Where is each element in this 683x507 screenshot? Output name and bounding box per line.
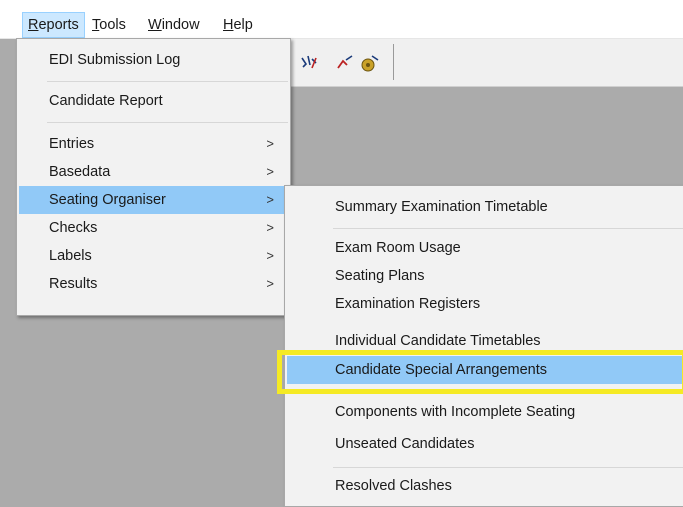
toolbar-icons: [296, 50, 406, 80]
gear-icon[interactable]: [361, 55, 379, 72]
chevron-right-icon: >: [266, 276, 274, 291]
menu-reports-accel: R: [28, 17, 39, 33]
menu-window-label: indow: [161, 17, 200, 33]
menu-item-label: Individual Candidate Timetables: [335, 333, 541, 349]
chevron-right-icon: >: [266, 164, 274, 179]
menu-reports[interactable]: Reports: [22, 12, 85, 38]
menu-item-label: Basedata: [49, 164, 111, 180]
menu-item-label: Checks: [49, 220, 98, 236]
menu-item-seating-plans[interactable]: Seating Plans: [287, 262, 683, 290]
menu-item-label: Seating Plans: [335, 268, 425, 284]
menu-item-label: Candidate Special Arrangements: [335, 362, 547, 378]
menu-item-label: Examination Registers: [335, 296, 481, 312]
menu-item-seating-organiser[interactable]: Seating Organiser >: [19, 186, 288, 214]
menu-item-resolved-clashes[interactable]: Resolved Clashes: [287, 472, 683, 500]
menu-item-candidate-report[interactable]: Candidate Report: [19, 87, 288, 115]
menu-tools-label: ools: [99, 17, 126, 33]
menu-bar: Reports Tools Window Help: [0, 0, 683, 39]
menu-item-results[interactable]: Results >: [19, 270, 288, 298]
menu-item-label: Results: [49, 276, 98, 292]
toolbar-separator: [393, 44, 394, 80]
menu-separator: [333, 467, 683, 468]
menu-item-individual-candidate-timetables[interactable]: Individual Candidate Timetables: [287, 327, 683, 355]
menu-item-exam-room-usage[interactable]: Exam Room Usage: [287, 234, 683, 262]
toolbar-tool-icons: [301, 55, 379, 72]
menu-separator: [47, 81, 288, 82]
menu-help[interactable]: Help: [218, 12, 258, 38]
menu-item-basedata[interactable]: Basedata >: [19, 158, 288, 186]
menu-item-label: Labels: [49, 248, 92, 264]
menu-item-label: Entries: [49, 136, 95, 152]
menu-item-label: EDI Submission Log: [49, 52, 181, 68]
chevron-right-icon: >: [266, 136, 274, 151]
menu-reports-label: eports: [38, 17, 79, 33]
menu-window[interactable]: Window: [143, 12, 205, 38]
chevron-right-icon: >: [266, 248, 274, 263]
menu-separator: [47, 122, 288, 123]
menu-item-label: Exam Room Usage: [335, 240, 461, 256]
menu-item-labels[interactable]: Labels >: [19, 242, 288, 270]
menu-item-edi-submission-log[interactable]: EDI Submission Log: [19, 46, 288, 74]
menu-separator: [333, 228, 683, 229]
menu-item-label: Resolved Clashes: [335, 478, 452, 494]
menu-item-label: Unseated Candidates: [335, 436, 475, 452]
run-icon[interactable]: [301, 55, 317, 69]
menu-help-label: elp: [233, 17, 253, 33]
menu-item-entries[interactable]: Entries >: [19, 130, 288, 158]
menu-item-unseated-candidates[interactable]: Unseated Candidates: [287, 430, 683, 458]
reports-menu: EDI Submission Log Candidate Report Entr…: [16, 38, 291, 316]
menu-item-checks[interactable]: Checks >: [19, 214, 288, 242]
menu-item-label: Components with Incomplete Seating: [335, 404, 576, 420]
menu-item-candidate-special-arrangements[interactable]: Candidate Special Arrangements: [287, 356, 683, 384]
menu-item-summary-examination-timetable[interactable]: Summary Examination Timetable: [287, 193, 683, 221]
menu-window-accel: W: [148, 17, 162, 33]
jump-icon[interactable]: [337, 55, 353, 69]
seating-organiser-submenu: Summary Examination Timetable Exam Room …: [284, 185, 683, 507]
menu-help-accel: H: [223, 17, 234, 33]
menu-item-components-with-incomplete-seating[interactable]: Components with Incomplete Seating: [287, 398, 683, 426]
menu-item-label: Candidate Report: [49, 93, 163, 109]
menu-tools[interactable]: Tools: [87, 12, 131, 38]
chevron-right-icon: >: [266, 220, 274, 235]
menu-item-label: Seating Organiser: [49, 192, 166, 208]
menu-item-label: Summary Examination Timetable: [335, 199, 548, 215]
chevron-right-icon: >: [266, 192, 274, 207]
menu-item-examination-registers[interactable]: Examination Registers: [287, 290, 683, 318]
